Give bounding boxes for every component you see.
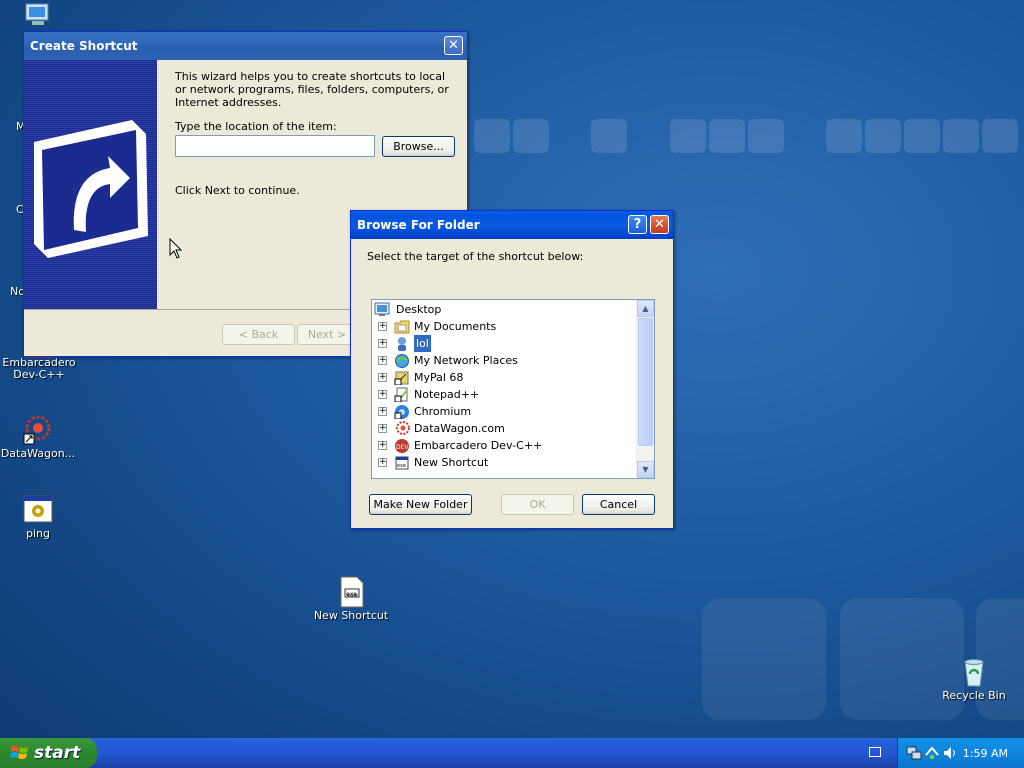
desktop-decoration [982,119,1018,153]
wizard-banner [24,60,157,309]
dialog-title: Browse For Folder [357,218,480,232]
desktop-decoration [513,119,549,153]
safely-remove-hardware-icon[interactable] [924,745,940,761]
make-new-folder-button[interactable]: Make New Folder [369,494,472,515]
desktop-decoration [826,119,862,153]
help-button[interactable]: ? [628,215,647,234]
desktop-decoration [591,119,627,153]
notepadpp-icon [394,387,408,402]
tree-item-label: Embarcadero Dev-C++ [414,439,543,452]
folder-tree[interactable]: Desktop + My Documents + lol + My Network Pla… [371,299,655,479]
expand-plus-icon[interactable]: + [378,424,387,433]
cancel-button[interactable]: Cancel [582,494,655,515]
svg-text:exe: exe [397,463,406,469]
datawagon-icon [396,421,410,435]
shortcut-arrow-icon [34,120,148,258]
window-titlebar[interactable]: Create Shortcut ✕ [24,32,467,60]
network-places-icon [395,354,409,368]
desktop-decoration [709,119,745,153]
desktop-icon-label: ping [26,527,50,540]
chromium-icon [394,405,409,419]
desktop-decoration [865,119,901,153]
back-button[interactable]: < Back [222,324,295,345]
desktop-icon-label: Embarcadero Dev-C++ [2,356,76,381]
tree-item-label: New Shortcut [414,456,489,469]
batch-file-icon [22,494,54,526]
tree-item-label: My Network Places [414,354,518,367]
desktop-icon-label: Recycle Bin [942,689,1006,702]
mypal-icon [394,371,409,385]
tree-item-label: MyPal 68 [414,371,464,384]
expand-plus-icon[interactable]: + [378,407,387,416]
desktop-icon-recycle-bin[interactable]: Recycle Bin [934,656,1014,702]
expand-plus-icon[interactable]: + [378,356,387,365]
windows-logo-icon [10,746,28,759]
tree-item-label: Desktop [396,303,442,316]
next-button[interactable]: Next > [297,324,357,345]
wizard-intro-text: This wizard helps you to create shortcut… [175,70,449,109]
tree-item-label: DataWagon.com [414,422,505,435]
desktop-decoration [943,119,979,153]
desktop-icon-ping[interactable]: ping [0,494,78,540]
desktop-icon-label: DataWagon... [0,447,76,460]
desktop-decoration [670,119,706,153]
svg-text:exe: exe [346,591,357,598]
start-label: start [34,743,81,763]
system-tray: 1:59 AM [897,738,1024,768]
ok-button[interactable]: OK [501,494,574,515]
shortcut-file-icon: exe [335,576,367,608]
scroll-down-icon[interactable]: ▼ [637,461,654,478]
browse-button[interactable]: Browse... [382,136,455,157]
network-icon[interactable] [906,745,922,761]
location-input[interactable] [175,135,375,157]
desktop-decoration [748,119,784,153]
expand-plus-icon[interactable]: + [378,441,387,450]
dialog-titlebar[interactable]: Browse For Folder ? ✕ [351,211,673,239]
folder-documents-icon [394,320,410,334]
user-computer-icon [398,337,406,351]
desktop-icon-datawagon[interactable]: DataWagon... [0,414,78,460]
tree-item-label: Notepad++ [414,388,480,401]
close-icon: ✕ [448,38,459,53]
my-computer-icon[interactable] [22,2,54,28]
tree-scrollbar[interactable]: ▲ ▼ [636,300,654,478]
expand-plus-icon[interactable]: + [378,339,387,348]
close-icon: ✕ [654,217,665,232]
expand-plus-icon[interactable]: + [378,390,387,399]
desktop-decoration [904,119,940,153]
close-button[interactable]: ✕ [650,215,669,234]
expand-plus-icon[interactable]: + [378,458,387,467]
shortcut-file-icon: exe [395,456,409,470]
desktop-icon-label: New Shortcut [313,609,389,622]
start-button[interactable]: start [0,738,97,768]
tree-item-label: Chromium [414,405,472,418]
window-title: Create Shortcut [30,39,138,53]
desktop-decoration [702,598,826,720]
scroll-thumb[interactable] [638,318,653,446]
recycle-bin-icon [958,656,990,688]
location-label: Type the location of the item: [175,120,337,133]
mouse-cursor-icon [169,238,183,259]
keyboard-icon[interactable] [869,747,881,757]
browse-for-folder-dialog[interactable]: Browse For Folder ? ✕ Select the target … [350,210,674,529]
help-icon: ? [633,217,642,232]
continue-text: Click Next to continue. [175,184,300,197]
scroll-up-icon[interactable]: ▲ [637,300,654,317]
tree-item-label: My Documents [414,320,497,333]
close-button[interactable]: ✕ [444,36,463,55]
desktop-icon [374,302,390,316]
expand-plus-icon[interactable]: + [378,322,387,331]
desktop-icon-new-shortcut[interactable]: exe New Shortcut [311,576,391,622]
datawagon-icon [22,414,54,446]
tree-item-label: lol [414,335,431,352]
desktop-decoration [474,119,510,153]
svg-text:DEV: DEV [396,444,409,451]
expand-plus-icon[interactable]: + [378,373,387,382]
taskbar: start 1:59 AM [0,738,1024,768]
dialog-prompt: Select the target of the shortcut below: [367,250,584,263]
devcpp-icon: DEV [395,439,409,453]
clock[interactable]: 1:59 AM [963,747,1008,760]
volume-icon[interactable] [942,745,958,761]
